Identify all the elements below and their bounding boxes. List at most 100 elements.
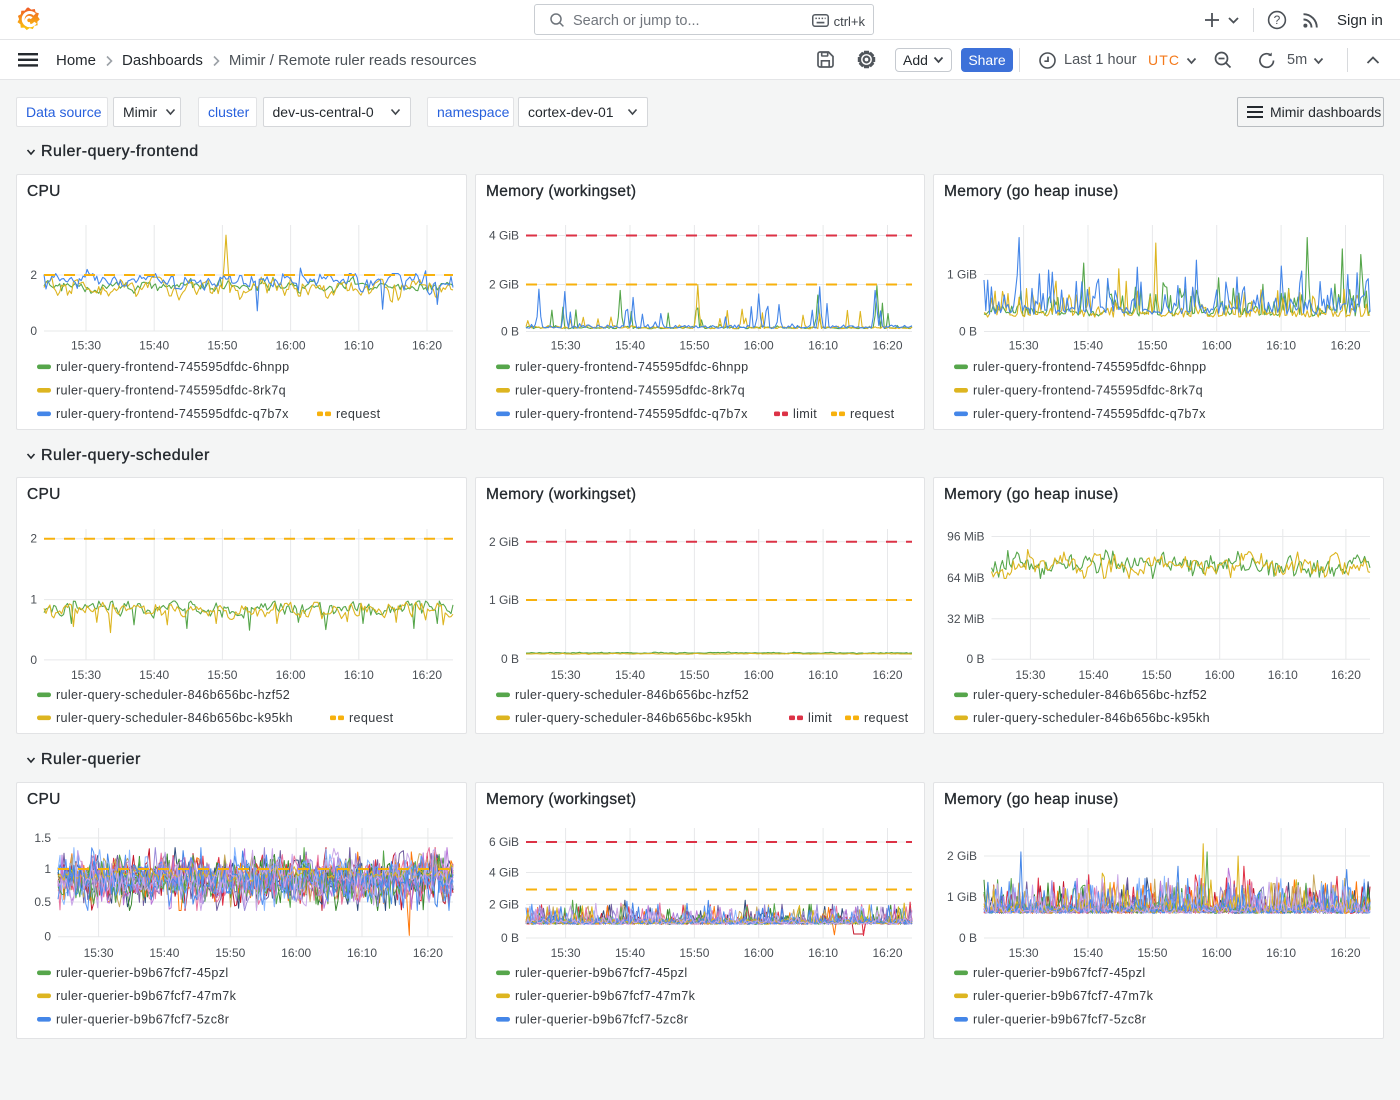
svg-text:1 GiB: 1 GiB — [489, 593, 519, 607]
svg-text:1 GiB: 1 GiB — [947, 268, 977, 282]
svg-text:16:20: 16:20 — [872, 339, 902, 353]
svg-text:ruler-querier-b9b67fcf7-47m7k: ruler-querier-b9b67fcf7-47m7k — [56, 989, 237, 1003]
svg-text:2 GiB: 2 GiB — [489, 278, 519, 292]
svg-text:ruler-querier-b9b67fcf7-5zc8r: ruler-querier-b9b67fcf7-5zc8r — [56, 1013, 229, 1027]
svg-text:16:00: 16:00 — [281, 946, 311, 960]
svg-text:2: 2 — [30, 532, 37, 546]
svg-text:Memory (workingset): Memory (workingset) — [486, 183, 636, 200]
svg-text:16:20: 16:20 — [412, 668, 442, 682]
svg-text:1: 1 — [30, 593, 37, 607]
svg-text:15:30: 15:30 — [84, 946, 114, 960]
svg-text:0: 0 — [30, 324, 37, 338]
svg-text:?: ? — [1274, 13, 1281, 27]
svg-text:15:50: 15:50 — [207, 339, 237, 353]
svg-text:16:20: 16:20 — [413, 946, 443, 960]
svg-text:0 B: 0 B — [959, 325, 977, 339]
svg-text:limit: limit — [793, 407, 817, 421]
svg-text:15:40: 15:40 — [615, 339, 645, 353]
svg-text:ruler-querier-b9b67fcf7-45pzl: ruler-querier-b9b67fcf7-45pzl — [515, 966, 688, 980]
svg-text:32 MiB: 32 MiB — [947, 612, 984, 626]
svg-text:16:20: 16:20 — [412, 339, 442, 353]
svg-text:15:50: 15:50 — [1138, 339, 1168, 353]
svg-text:request: request — [349, 711, 394, 725]
svg-text:0: 0 — [44, 930, 51, 944]
svg-text:96 MiB: 96 MiB — [947, 530, 984, 544]
svg-text:64 MiB: 64 MiB — [947, 571, 984, 585]
svg-text:15:40: 15:40 — [139, 339, 169, 353]
svg-text:Memory (workingset): Memory (workingset) — [486, 791, 636, 808]
svg-text:ruler-query-frontend-745595dfd: ruler-query-frontend-745595dfdc-q7b7x — [973, 407, 1206, 421]
svg-text:0 B: 0 B — [501, 325, 519, 339]
svg-text:16:10: 16:10 — [1266, 946, 1296, 960]
svg-text:ruler-query-scheduler-846b656b: ruler-query-scheduler-846b656bc-hzf52 — [515, 688, 749, 702]
svg-text:ruler-query-frontend-745595dfd: ruler-query-frontend-745595dfdc-q7b7x — [56, 407, 289, 421]
svg-text:ruler-query-frontend-745595dfd: ruler-query-frontend-745595dfdc-8rk7q — [515, 384, 745, 398]
svg-text:16:00: 16:00 — [1205, 668, 1235, 682]
svg-text:CPU: CPU — [27, 791, 61, 808]
svg-text:2 GiB: 2 GiB — [489, 535, 519, 549]
svg-text:15:30: 15:30 — [71, 668, 101, 682]
svg-text:15:50: 15:50 — [215, 946, 245, 960]
svg-text:16:10: 16:10 — [808, 946, 838, 960]
svg-text:15:30: 15:30 — [550, 946, 580, 960]
svg-text:ruler-query-frontend-745595dfd: ruler-query-frontend-745595dfdc-8rk7q — [973, 384, 1203, 398]
svg-text:15:40: 15:40 — [1073, 339, 1103, 353]
svg-text:15:50: 15:50 — [679, 339, 709, 353]
svg-text:16:00: 16:00 — [1202, 946, 1232, 960]
svg-text:1 GiB: 1 GiB — [947, 890, 977, 904]
svg-text:ruler-query-scheduler-846b656b: ruler-query-scheduler-846b656bc-k95kh — [515, 711, 752, 725]
svg-text:ruler-querier-b9b67fcf7-47m7k: ruler-querier-b9b67fcf7-47m7k — [515, 989, 696, 1003]
svg-text:15:50: 15:50 — [679, 946, 709, 960]
svg-text:0.5: 0.5 — [34, 895, 51, 909]
svg-text:2: 2 — [30, 268, 37, 282]
svg-text:ruler-query-frontend-745595dfd: ruler-query-frontend-745595dfdc-6hnpp — [56, 360, 289, 374]
svg-text:16:20: 16:20 — [872, 946, 902, 960]
svg-text:ruler-querier-b9b67fcf7-5zc8r: ruler-querier-b9b67fcf7-5zc8r — [973, 1013, 1146, 1027]
svg-text:15:40: 15:40 — [1073, 946, 1103, 960]
svg-text:15:50: 15:50 — [207, 668, 237, 682]
svg-text:ruler-querier-b9b67fcf7-5zc8r: ruler-querier-b9b67fcf7-5zc8r — [515, 1013, 688, 1027]
svg-text:4 GiB: 4 GiB — [489, 866, 519, 880]
svg-text:ruler-query-scheduler-846b656b: ruler-query-scheduler-846b656bc-hzf52 — [973, 688, 1207, 702]
svg-text:15:40: 15:40 — [1079, 668, 1109, 682]
svg-text:15:30: 15:30 — [71, 339, 101, 353]
svg-text:15:30: 15:30 — [550, 339, 580, 353]
svg-text:16:10: 16:10 — [808, 668, 838, 682]
svg-text:15:50: 15:50 — [679, 668, 709, 682]
svg-text:16:10: 16:10 — [347, 946, 377, 960]
svg-text:15:40: 15:40 — [139, 668, 169, 682]
svg-text:15:30: 15:30 — [550, 668, 580, 682]
svg-text:16:00: 16:00 — [1202, 339, 1232, 353]
svg-text:16:10: 16:10 — [344, 339, 374, 353]
svg-text:ruler-query-frontend-745595dfd: ruler-query-frontend-745595dfdc-8rk7q — [56, 384, 286, 398]
svg-text:Memory (go heap inuse): Memory (go heap inuse) — [944, 486, 1119, 503]
svg-text:0: 0 — [30, 653, 37, 667]
svg-text:15:40: 15:40 — [615, 668, 645, 682]
svg-text:15:30: 15:30 — [1009, 339, 1039, 353]
svg-text:request: request — [850, 407, 895, 421]
svg-text:Memory (workingset): Memory (workingset) — [486, 486, 636, 503]
svg-text:16:00: 16:00 — [743, 946, 773, 960]
svg-text:Memory (go heap inuse): Memory (go heap inuse) — [944, 183, 1119, 200]
svg-text:0 B: 0 B — [501, 652, 519, 666]
svg-text:15:40: 15:40 — [149, 946, 179, 960]
svg-text:2 GiB: 2 GiB — [489, 898, 519, 912]
svg-text:ruler-query-scheduler-846b656b: ruler-query-scheduler-846b656bc-k95kh — [973, 711, 1210, 725]
svg-text:16:20: 16:20 — [872, 668, 902, 682]
svg-text:16:10: 16:10 — [1266, 339, 1296, 353]
svg-text:16:00: 16:00 — [276, 668, 306, 682]
svg-text:CPU: CPU — [27, 183, 61, 200]
svg-text:CPU: CPU — [27, 486, 61, 503]
svg-text:16:00: 16:00 — [743, 668, 773, 682]
svg-text:6 GiB: 6 GiB — [489, 835, 519, 849]
svg-text:15:50: 15:50 — [1138, 946, 1168, 960]
svg-text:16:10: 16:10 — [1268, 668, 1298, 682]
svg-text:1: 1 — [44, 862, 51, 876]
svg-text:ruler-query-scheduler-846b656b: ruler-query-scheduler-846b656bc-hzf52 — [56, 688, 290, 702]
svg-text:request: request — [336, 407, 381, 421]
svg-text:15:50: 15:50 — [1142, 668, 1172, 682]
svg-text:16:00: 16:00 — [743, 339, 773, 353]
svg-text:2 GiB: 2 GiB — [947, 849, 977, 863]
svg-text:16:20: 16:20 — [1331, 339, 1361, 353]
svg-text:16:10: 16:10 — [808, 339, 838, 353]
